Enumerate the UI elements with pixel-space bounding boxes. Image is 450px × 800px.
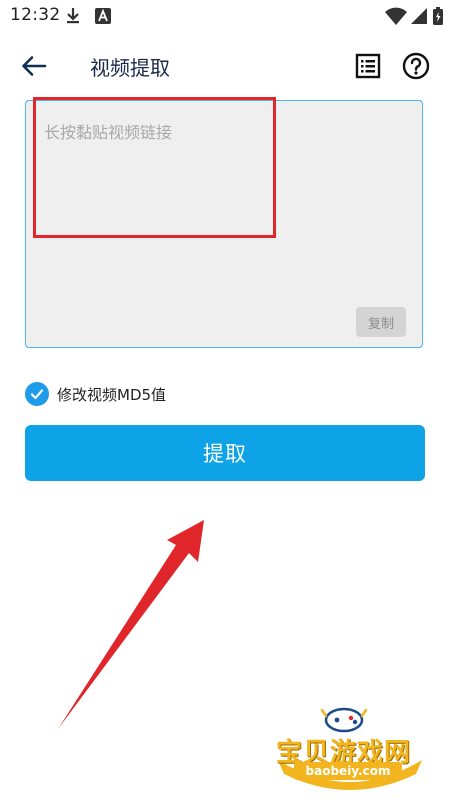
watermark-name: 宝贝游戏网 [276,738,412,768]
wifi-icon [384,6,408,30]
history-list-button[interactable] [352,50,384,82]
page-title: 视频提取 [90,56,170,80]
status-bar: 12:32 [0,0,450,32]
signal-icon [410,6,428,30]
check-icon [30,389,44,400]
watermark-url: baobeiy.com [294,762,402,780]
extract-button[interactable]: 提取 [25,425,425,481]
copy-button[interactable]: 复制 [356,307,406,337]
arrow-left-icon [22,56,47,76]
video-link-input[interactable] [26,101,422,301]
back-button[interactable] [14,50,54,82]
watermark-logo: 宝贝游戏网 baobeiy.com [270,700,430,792]
list-icon [355,53,381,79]
download-icon [64,6,82,30]
md5-label: 修改视频MD5值 [57,385,167,404]
status-time: 12:32 [10,5,61,25]
font-a-icon [94,6,112,30]
link-input-area: 复制 [25,100,423,348]
toolbar: 视频提取 [0,40,450,92]
gamepad-logo-icon [278,707,422,790]
md5-checkbox[interactable] [25,382,49,406]
md5-checkbox-row[interactable]: 修改视频MD5值 [25,381,166,407]
help-button[interactable] [400,50,432,82]
help-circle-icon [402,52,430,80]
battery-icon [432,6,444,30]
